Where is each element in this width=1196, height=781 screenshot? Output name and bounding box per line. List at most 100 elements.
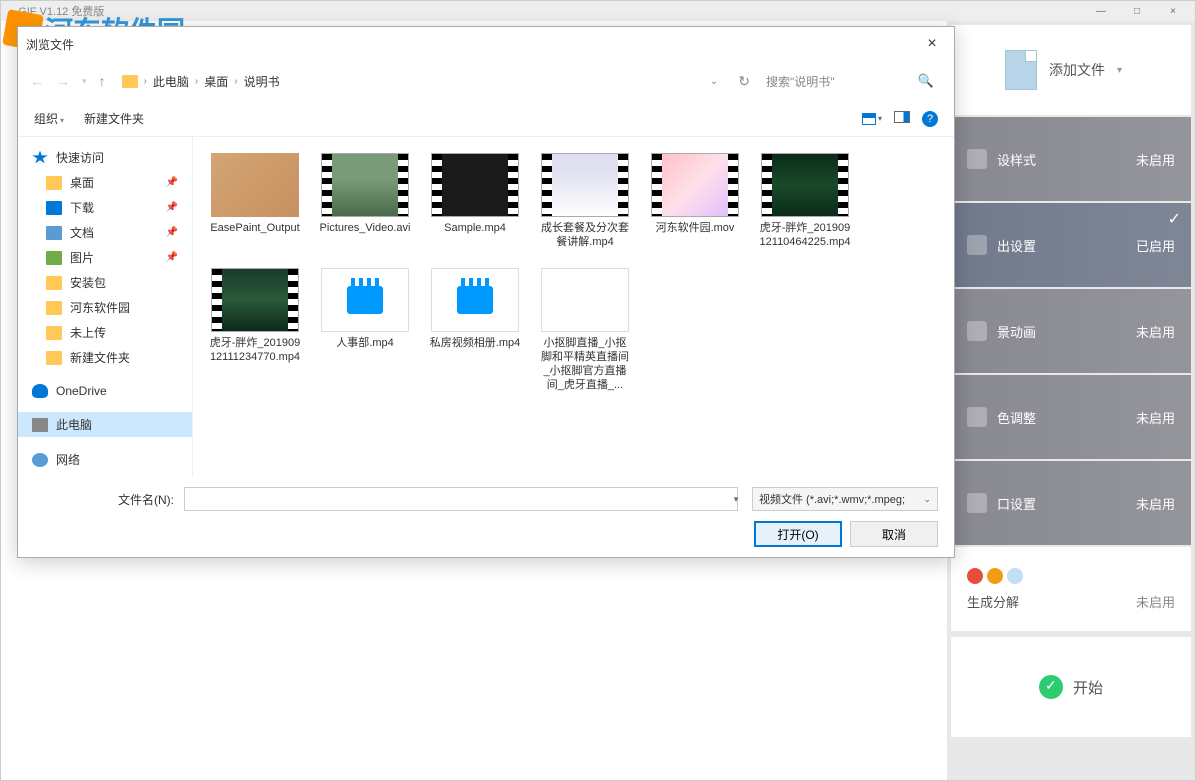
filename-dropdown-icon[interactable]: ▾ bbox=[730, 494, 742, 505]
file-item-video[interactable]: 河东软件园.mov bbox=[645, 149, 745, 254]
sidebar-item-decompose[interactable]: 生成分解 未启用 bbox=[951, 547, 1191, 631]
file-item-doc[interactable]: 小抠脚直播_小抠脚和平精英直播间_小抠脚官方直播间_虎牙直播_... bbox=[535, 264, 635, 397]
color-dots-icon bbox=[967, 568, 1023, 584]
file-item-video[interactable]: Pictures_Video.avi bbox=[315, 149, 415, 254]
sidebar-this-pc[interactable]: 此电脑 bbox=[18, 412, 192, 437]
sidebar-label: OneDrive bbox=[56, 384, 107, 398]
breadcrumb[interactable]: › 此电脑 › 桌面 › 说明书 ⌄ bbox=[114, 69, 727, 94]
window-controls: — □ × bbox=[1087, 4, 1187, 18]
sidebar-item-crop[interactable]: 口设置 未启用 bbox=[951, 461, 1191, 545]
view-mode-button[interactable]: ▾ bbox=[862, 113, 882, 125]
chevron-right-icon: › bbox=[195, 76, 198, 87]
file-name: 人事部.mp4 bbox=[336, 336, 393, 350]
maximize-button[interactable]: □ bbox=[1123, 4, 1151, 18]
sidebar-onedrive[interactable]: OneDrive bbox=[18, 380, 192, 402]
file-name: 虎牙-胖炸_20190912111234770.mp4 bbox=[209, 336, 301, 365]
file-name: EasePaint_Output bbox=[210, 221, 299, 235]
add-file-button[interactable]: 添加文件 ▾ bbox=[951, 25, 1191, 115]
organize-menu[interactable]: 组织▾ bbox=[34, 110, 64, 127]
file-item-video[interactable]: 虎牙-胖炸_20190912111234770.mp4 bbox=[205, 264, 305, 397]
minimize-button[interactable]: — bbox=[1087, 4, 1115, 18]
check-icon: ✓ bbox=[1168, 209, 1181, 229]
video-thumbnail bbox=[211, 268, 299, 332]
sidebar-item-export[interactable]: ✓ 出设置 已启用 bbox=[951, 203, 1191, 287]
nav-back-button[interactable]: ← bbox=[30, 73, 44, 89]
nav-forward-button[interactable]: → bbox=[56, 73, 70, 89]
file-name: Sample.mp4 bbox=[444, 221, 506, 235]
dropdown-arrow-icon[interactable]: ▾ bbox=[1117, 65, 1137, 76]
sidebar-documents[interactable]: 文档📌 bbox=[18, 220, 192, 245]
item-label: 口设置 bbox=[997, 494, 1036, 513]
sidebar-label: 快速访问 bbox=[56, 149, 104, 166]
file-item-video[interactable]: 成长套餐及分次套餐讲解.mp4 bbox=[535, 149, 635, 254]
breadcrumb-item[interactable]: 说明书 bbox=[244, 73, 280, 90]
sidebar-network[interactable]: 网络 bbox=[18, 447, 192, 472]
sidebar-item-color[interactable]: 色调整 未启用 bbox=[951, 375, 1191, 459]
app-titlebar: ...GIF V1.12 免费版 — □ × bbox=[1, 1, 1195, 21]
search-input[interactable]: 搜索"说明书" 🔍 bbox=[758, 68, 942, 94]
sidebar-folder[interactable]: 河东软件园 bbox=[18, 295, 192, 320]
dialog-close-button[interactable]: × bbox=[918, 30, 946, 58]
export-icon bbox=[967, 235, 987, 255]
item-status: 未启用 bbox=[1136, 322, 1175, 341]
preview-pane-toggle[interactable] bbox=[894, 110, 910, 128]
pin-icon: 📌 bbox=[166, 227, 178, 238]
file-name: 河东软件园.mov bbox=[656, 221, 735, 235]
sidebar-label: 图片 bbox=[70, 249, 94, 266]
filename-input[interactable] bbox=[184, 487, 738, 511]
file-item-folder[interactable]: EasePaint_Output bbox=[205, 149, 305, 254]
video-thumbnail bbox=[761, 153, 849, 217]
file-item-video[interactable]: 人事部.mp4 bbox=[315, 264, 415, 397]
close-button[interactable]: × bbox=[1159, 4, 1187, 18]
sidebar-folder[interactable]: 未上传 bbox=[18, 320, 192, 345]
nav-up-button[interactable]: ↑ bbox=[99, 73, 106, 89]
sidebar-label: 河东软件园 bbox=[70, 299, 130, 316]
file-name: 小抠脚直播_小抠脚和平精英直播间_小抠脚官方直播间_虎牙直播_... bbox=[539, 336, 631, 393]
folder-icon bbox=[46, 176, 62, 190]
nav-history-dropdown[interactable]: ▾ bbox=[82, 76, 87, 87]
sidebar-pictures[interactable]: 图片📌 bbox=[18, 245, 192, 270]
refresh-button[interactable]: ↻ bbox=[738, 73, 750, 90]
network-icon bbox=[32, 453, 48, 467]
sidebar-label: 安装包 bbox=[70, 274, 106, 291]
search-placeholder: 搜索"说明书" bbox=[766, 73, 835, 90]
sidebar-label: 桌面 bbox=[70, 174, 94, 191]
sidebar-quick-access[interactable]: 快速访问 bbox=[18, 145, 192, 170]
sidebar-downloads[interactable]: 下载📌 bbox=[18, 195, 192, 220]
pin-icon: 📌 bbox=[166, 177, 178, 188]
file-item-video[interactable]: 私房视频相册.mp4 bbox=[425, 264, 525, 397]
breadcrumb-dropdown-icon[interactable]: ⌄ bbox=[710, 76, 718, 87]
breadcrumb-item[interactable]: 此电脑 bbox=[153, 73, 189, 90]
cancel-button[interactable]: 取消 bbox=[850, 521, 938, 547]
new-folder-button[interactable]: 新建文件夹 bbox=[84, 110, 144, 127]
item-label: 生成分解 bbox=[967, 592, 1019, 611]
chevron-right-icon: › bbox=[144, 76, 147, 87]
dialog-footer: 文件名(N): ▾ 视频文件 (*.avi;*.wmv;*.mpeg; ⌄ 打开… bbox=[18, 477, 954, 557]
open-button[interactable]: 打开(O) bbox=[754, 521, 842, 547]
file-open-dialog: 浏览文件 × ← → ▾ ↑ › 此电脑 › 桌面 › 说明书 ⌄ ↻ 搜索"说… bbox=[17, 26, 955, 558]
sidebar-item-animation[interactable]: 景动画 未启用 bbox=[951, 289, 1191, 373]
sidebar-desktop[interactable]: 桌面 📌 bbox=[18, 170, 192, 195]
pc-icon bbox=[32, 418, 48, 432]
start-button[interactable]: 开始 bbox=[951, 637, 1191, 737]
document-thumbnail bbox=[541, 268, 629, 332]
download-icon bbox=[46, 201, 62, 215]
folder-thumbnail bbox=[211, 153, 299, 217]
sidebar-item-style[interactable]: 设样式 未启用 bbox=[951, 117, 1191, 201]
item-status: 未启用 bbox=[1136, 494, 1175, 513]
help-icon[interactable]: ? bbox=[922, 111, 938, 127]
sidebar-folder[interactable]: 安装包 bbox=[18, 270, 192, 295]
file-item-video[interactable]: Sample.mp4 bbox=[425, 149, 525, 254]
folder-icon bbox=[46, 276, 62, 290]
dialog-nav: ← → ▾ ↑ › 此电脑 › 桌面 › 说明书 ⌄ ↻ 搜索"说明书" 🔍 bbox=[18, 61, 954, 101]
sidebar-folder[interactable]: 新建文件夹 bbox=[18, 345, 192, 370]
app-title: ...GIF V1.12 免费版 bbox=[9, 3, 104, 19]
crop-icon bbox=[967, 493, 987, 513]
sidebar-label: 此电脑 bbox=[56, 416, 92, 433]
item-status: 已启用 bbox=[1136, 236, 1175, 255]
file-name: Pictures_Video.avi bbox=[320, 221, 411, 235]
file-type-filter[interactable]: 视频文件 (*.avi;*.wmv;*.mpeg; ⌄ bbox=[752, 487, 938, 511]
breadcrumb-item[interactable]: 桌面 bbox=[204, 73, 228, 90]
file-list: EasePaint_Output Pictures_Video.avi Samp… bbox=[193, 137, 954, 477]
file-item-video[interactable]: 虎牙-胖炸_20190912110464225.mp4 bbox=[755, 149, 855, 254]
